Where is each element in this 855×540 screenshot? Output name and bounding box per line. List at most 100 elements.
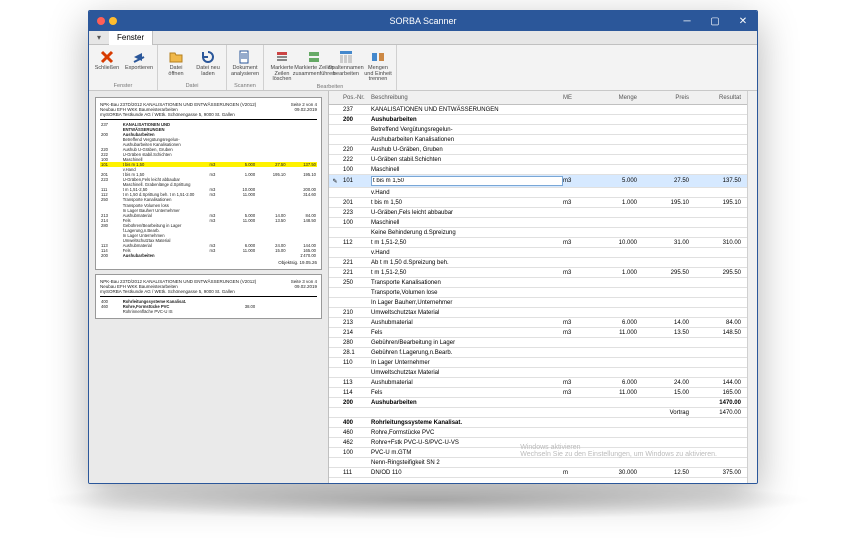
cell-pos[interactable]: 462 [341,440,369,446]
grid-row[interactable]: 280Gebühren/Bearbeitung in Lager [329,338,747,348]
cell-desc[interactable]: Maschinell [369,220,563,226]
schliessen-button[interactable]: Schließen [93,47,121,82]
grid-row[interactable]: Vortrag1470.00 [329,408,747,418]
markierte-zeilen-zusammenfuehren-button[interactable]: Markierte Zeilen zusammenführen [300,47,328,83]
cell-desc[interactable]: Umweltschutztax Material [369,370,563,376]
cell-desc[interactable]: Transporte,Volumen lose [369,290,563,296]
cell-desc[interactable]: Rohrleitungssysteme Kanalisat. [369,420,563,426]
col-me[interactable]: ME [563,95,591,101]
cell-desc[interactable]: Betreffend Vergütungsregelun- [369,127,563,133]
cell-edit-input[interactable] [371,176,563,186]
col-pos[interactable]: Pos.-Nr. [341,95,369,101]
datei-neu-laden-button[interactable]: Datei neu laden [194,47,222,82]
cell-desc[interactable]: Umweltschutztax Material [369,310,563,316]
cell-menge[interactable]: 10.000 [591,240,643,246]
cell-pos[interactable]: 112 [341,240,369,246]
col-preis[interactable]: Preis [643,95,695,101]
cell-desc[interactable]: Gebühren/Bearbeitung in Lager [369,340,563,346]
cell-menge[interactable]: 6.000 [591,380,643,386]
cell-pos[interactable]: 201 [341,200,369,206]
cell-pos[interactable]: 221 [341,270,369,276]
cell-resultat[interactable]: 165.00 [695,390,747,396]
cell-desc[interactable]: Nenn-Ringsteifigkeit SN 2 [369,460,563,466]
cell-menge[interactable]: 6.000 [591,320,643,326]
cell-pos[interactable]: 237 [341,107,369,113]
col-menge[interactable]: Menge [591,95,643,101]
cell-pos[interactable]: 214 [341,330,369,336]
tab-fenster[interactable]: Fenster [109,31,153,45]
cell-pos[interactable]: 400 [341,420,369,426]
page-preview-pane[interactable]: NPK-Bau 237D/2012 KANALISATIONEN UND ENT… [89,91,329,483]
grid-row[interactable]: Keine Behinderung d.Spreizung [329,228,747,238]
vertical-scrollbar[interactable] [747,91,757,483]
cell-pos[interactable]: 280 [341,340,369,346]
cell-menge[interactable]: 5.000 [591,178,643,184]
cell-me[interactable]: m3 [563,390,591,396]
exportieren-button[interactable]: Exportieren [125,47,153,82]
spaltennamen-bearbeiten-button[interactable]: Spaltennamen bearbeiten [332,47,360,83]
grid-row[interactable]: 28.1Gebühren f.Lagerung,n.Bearb. [329,348,747,358]
cell-menge[interactable]: 1.000 [591,270,643,276]
grid-row[interactable]: 100Maschinell [329,218,747,228]
cell-pos[interactable]: 220 [341,147,369,153]
grid-row[interactable]: 200Aushubarbeiten1470.00 [329,398,747,408]
cell-desc[interactable]: Aushub U-Gräben, Gruben [369,147,563,153]
grid-row[interactable]: In Lager Bauherr,Unternehmer [329,298,747,308]
cell-me[interactable]: m3 [563,240,591,246]
grid-row[interactable]: 114Felsm311.00015.00165.00 [329,388,747,398]
cell-pos[interactable]: 221 [341,260,369,266]
cell-pos[interactable]: 100 [341,167,369,173]
cell-pos[interactable]: 101 [341,178,369,184]
page-thumbnail-1[interactable]: NPK-Bau 237D/2012 KANALISATIONEN UND ENT… [95,97,322,270]
cell-pos[interactable]: 223 [341,210,369,216]
cell-desc[interactable]: U-Gräben,Fels leicht abbaubar [369,210,563,216]
grid-row[interactable]: Umweltschutztax Material [329,368,747,378]
grid-row[interactable]: 113Aushubmaterialm36.00024.00144.00 [329,378,747,388]
cell-desc[interactable]: Aushubarbeiten Kanalisationen [369,137,563,143]
cell-menge[interactable]: 11.000 [591,390,643,396]
app-menu-icon[interactable]: ▾ [89,33,109,42]
close-button[interactable]: ✕ [729,11,757,31]
grid-row[interactable]: 460Rohre,Formstücke PVC [329,428,747,438]
grid-body[interactable]: 237KANALISATIONEN UND ENTWÄSSERUNGEN200A… [329,105,747,483]
grid-row[interactable]: 221Ab t m 1,50 d.Spreizung beh. [329,258,747,268]
cell-pos[interactable]: 210 [341,310,369,316]
grid-row[interactable]: 213Aushubmaterialm36.00014.0084.00 [329,318,747,328]
cell-desc[interactable]: Transporte Kanalisationen [369,280,563,286]
grid-row[interactable]: 100Maschinell [329,165,747,175]
cell-resultat[interactable]: 195.10 [695,200,747,206]
cell-pos[interactable]: 213 [341,320,369,326]
cell-pos[interactable]: 222 [341,157,369,163]
cell-preis[interactable]: 31.00 [643,240,695,246]
cell-desc[interactable]: DN/OD 110 [369,470,563,476]
cell-me[interactable]: m3 [563,380,591,386]
cell-pos[interactable]: 114 [341,390,369,396]
page-thumbnail-2[interactable]: NPK-Bau 237D/2012 KANALISATIONEN UND ENT… [95,274,322,319]
cell-desc[interactable]: Gebühren f.Lagerung,n.Bearb. [369,350,563,356]
cell-pos[interactable]: 113 [341,380,369,386]
cell-menge[interactable]: 11.000 [591,330,643,336]
cell-resultat[interactable]: 144.00 [695,380,747,386]
grid-row[interactable]: v.Hand [329,248,747,258]
grid-row[interactable]: 222U-Gräben stabil.Schichten [329,155,747,165]
grid-row[interactable]: 220Aushub U-Gräben, Gruben [329,145,747,155]
cell-desc[interactable]: Fels [369,330,563,336]
cell-desc[interactable]: Aushubarbeiten [369,400,563,406]
datei-oeffnen-button[interactable]: Datei öffnen [162,47,190,82]
minimize-button[interactable]: ─ [673,11,701,31]
cell-pos[interactable]: 100 [341,450,369,456]
cell-me[interactable]: m3 [563,330,591,336]
grid-row[interactable]: 112t m 1,51-2,50m310.00031.00310.00 [329,238,747,248]
cell-me[interactable]: m3 [563,200,591,206]
grid-row[interactable]: Nenn-Ringsteifigkeit SN 2 [329,458,747,468]
cell-desc[interactable] [369,176,563,186]
cell-desc[interactable]: t bis m 1,50 [369,200,563,206]
grid-row[interactable]: 221t m 1,51-2,50m31.000295.50295.50 [329,268,747,278]
cell-resultat[interactable]: 1470.00 [695,400,747,406]
cell-desc[interactable]: In Lager Bauherr,Unternehmer [369,300,563,306]
cell-pos[interactable]: 200 [341,117,369,123]
col-resultat[interactable]: Resultat [695,95,747,101]
dokument-analysieren-button[interactable]: Dokument analysieren [231,47,259,82]
cell-me[interactable]: m3 [563,270,591,276]
cell-resultat[interactable]: 375.00 [695,470,747,476]
